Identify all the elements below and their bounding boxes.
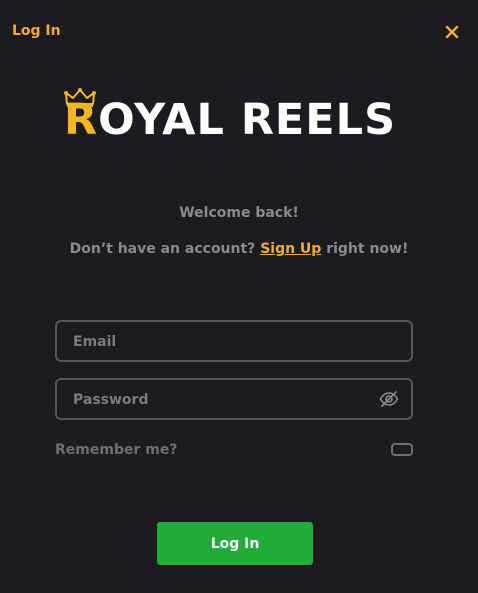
brand-logo: ROYAL REELS [64,88,414,144]
close-button[interactable] [440,20,464,44]
welcome-text: Welcome back! [179,205,299,221]
close-icon [445,25,459,39]
signup-prefix: Don’t have an account? [69,241,261,257]
brand-initial: R [64,95,99,145]
signup-suffix: right now! [321,241,409,257]
brand-name-rest: OYAL REELS [98,95,397,145]
brand-wordmark: ROYAL REELS [64,96,396,144]
email-field[interactable] [71,322,375,362]
login-button[interactable]: Log In [157,522,313,565]
eye-off-icon[interactable] [379,389,399,409]
signup-prompt: Don’t have an account? Sign Up right now… [0,241,478,257]
remember-me-toggle[interactable] [391,443,413,456]
signup-link[interactable]: Sign Up [260,241,321,257]
password-field-wrapper [55,378,413,420]
email-field-wrapper [55,320,413,362]
modal-title: Log In [12,23,61,39]
remember-me-label: Remember me? [55,442,178,458]
password-field[interactable] [71,380,375,420]
